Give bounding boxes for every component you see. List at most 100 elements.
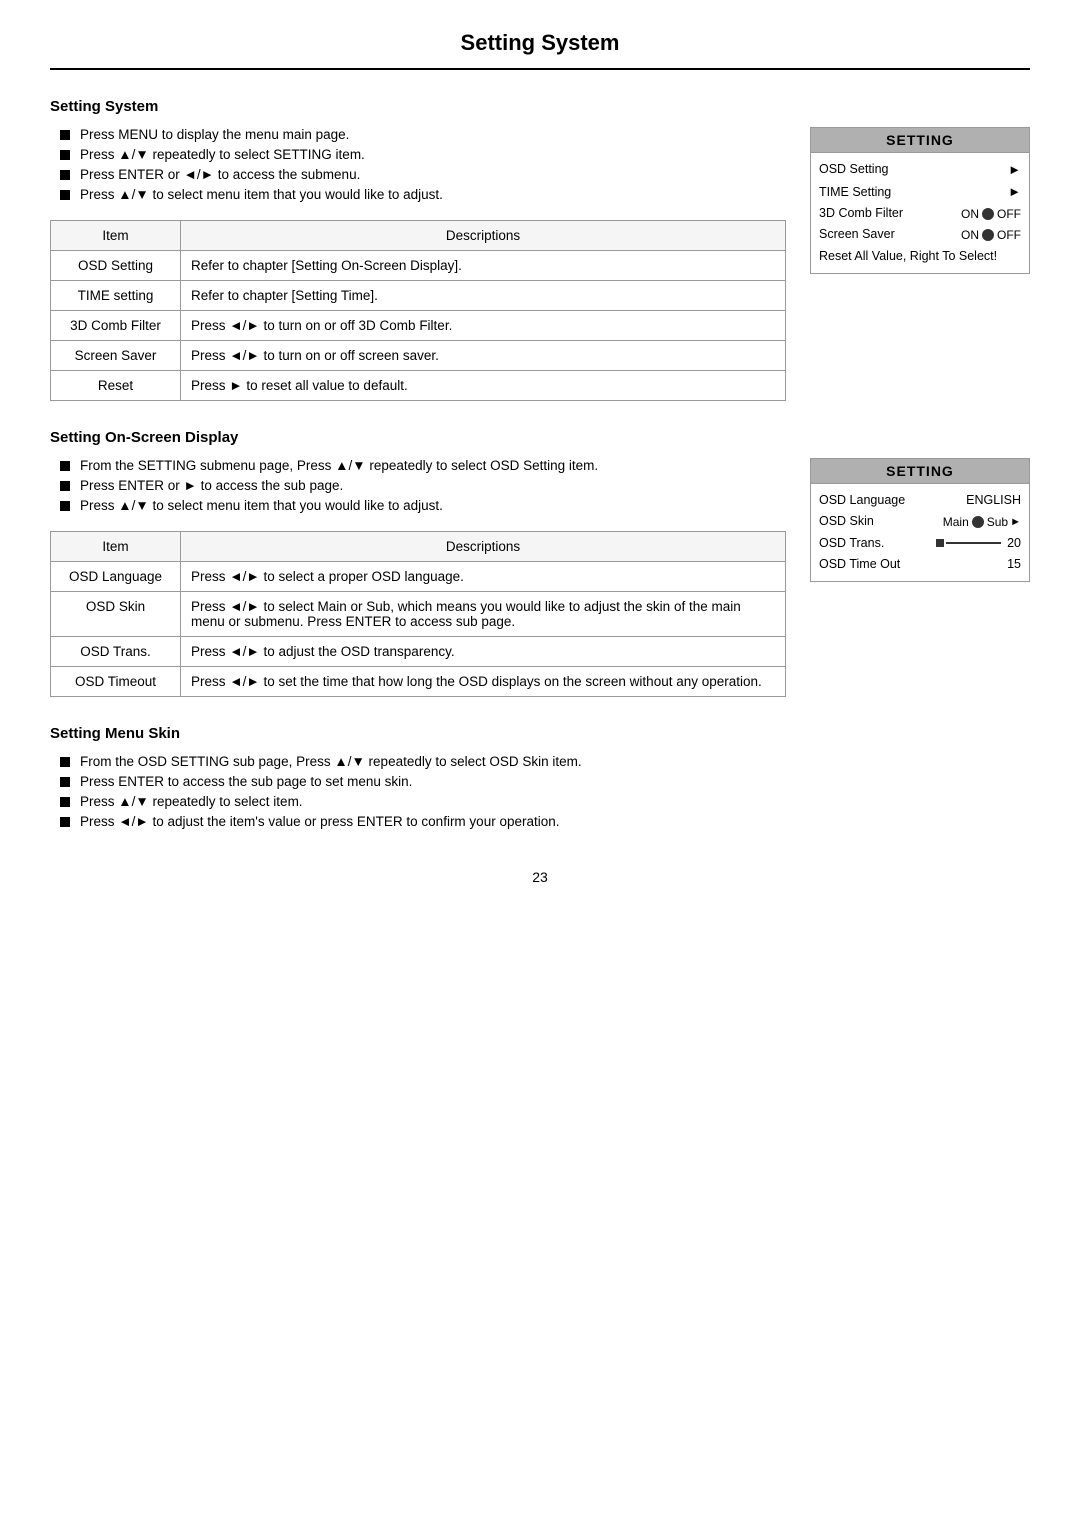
table-row: TIME setting Refer to chapter [Setting T…	[51, 281, 786, 311]
section2-table-section: From the SETTING submenu page, Press ▲/▼…	[50, 458, 786, 697]
setting-row: OSD Time Out 15	[819, 554, 1021, 575]
table-cell-desc: Press ► to reset all value to default.	[181, 371, 786, 401]
setting-box-body-2: OSD Language ENGLISH OSD Skin MainSub► O…	[811, 484, 1029, 581]
table-cell-desc: Press ◄/► to select a proper OSD languag…	[181, 562, 786, 592]
table-row: OSD Skin Press ◄/► to select Main or Sub…	[51, 592, 786, 637]
bullet-icon	[60, 461, 70, 471]
table-cell-item: Screen Saver	[51, 341, 181, 371]
setting-label: OSD Language	[819, 490, 966, 511]
col-item-header: Item	[51, 532, 181, 562]
setting-row: Reset All Value, Right To Select!	[819, 246, 1021, 267]
slider-value: 20	[1007, 533, 1021, 554]
bullet-icon	[60, 817, 70, 827]
bullet-item: From the OSD SETTING sub page, Press ▲/▼…	[60, 754, 1030, 769]
bullet-item: Press ENTER or ► to access the sub page.	[60, 478, 786, 493]
title-rule	[50, 68, 1030, 70]
col-desc-header: Descriptions	[181, 532, 786, 562]
bullet-icon	[60, 190, 70, 200]
table-cell-desc: Press ◄/► to set the time that how long …	[181, 667, 786, 697]
setting-box-1: SETTING OSD Setting ► TIME Setting ► 3D …	[810, 127, 1030, 274]
bullet-item: Press ENTER or ◄/► to access the submenu…	[60, 167, 786, 182]
section2-block: Setting On-Screen Display From the SETTI…	[50, 429, 1030, 697]
bullet-icon	[60, 170, 70, 180]
table-row: Reset Press ► to reset all value to defa…	[51, 371, 786, 401]
sub-arrow-icon: ►	[1010, 513, 1021, 532]
setting-toggle: ONOFF	[961, 204, 1021, 224]
setting-row: OSD Skin MainSub►	[819, 511, 1021, 532]
setting-value-arrow: ►	[1008, 159, 1021, 181]
table-row: Screen Saver Press ◄/► to turn on or off…	[51, 341, 786, 371]
setting-box-2: SETTING OSD Language ENGLISH OSD Skin Ma…	[810, 458, 1030, 582]
table-cell-desc: Press ◄/► to turn on or off 3D Comb Filt…	[181, 311, 786, 341]
section3-title: Setting Menu Skin	[50, 725, 1030, 742]
setting-label: OSD Time Out	[819, 554, 1007, 575]
setting-row: OSD Language ENGLISH	[819, 490, 1021, 511]
radio-dot	[972, 516, 984, 528]
section2-layout: From the SETTING submenu page, Press ▲/▼…	[50, 458, 1030, 697]
setting-value-osd-skin: MainSub►	[943, 512, 1021, 532]
setting-value-slider: 20	[936, 533, 1021, 554]
bullet-item: Press ENTER to access the sub page to se…	[60, 774, 1030, 789]
setting-row: OSD Setting ►	[819, 159, 1021, 181]
setting-label: OSD Trans.	[819, 533, 936, 554]
section1-bullets: Press MENU to display the menu main page…	[50, 127, 786, 202]
table-cell-item: 3D Comb Filter	[51, 311, 181, 341]
setting-row: OSD Trans. 20	[819, 533, 1021, 554]
table-cell-item: OSD Setting	[51, 251, 181, 281]
setting-row: TIME Setting ►	[819, 181, 1021, 203]
bullet-icon	[60, 501, 70, 511]
table-cell-desc: Press ◄/► to turn on or off screen saver…	[181, 341, 786, 371]
table-cell-item: Reset	[51, 371, 181, 401]
setting-label: Reset All Value, Right To Select!	[819, 246, 1021, 267]
table-row: OSD Trans. Press ◄/► to adjust the OSD t…	[51, 637, 786, 667]
col-desc-header: Descriptions	[181, 221, 786, 251]
bullet-item: Press ▲/▼ repeatedly to select item.	[60, 794, 1030, 809]
radio-dot	[982, 208, 994, 220]
setting-box-header-1: SETTING	[811, 128, 1029, 153]
table-cell-desc: Press ◄/► to select Main or Sub, which m…	[181, 592, 786, 637]
setting-box-header-2: SETTING	[811, 459, 1029, 484]
section2-table: Item Descriptions OSD Language Press ◄/►…	[50, 531, 786, 697]
table-cell-item: OSD Skin	[51, 592, 181, 637]
bullet-item: Press ▲/▼ repeatedly to select SETTING i…	[60, 147, 786, 162]
table-cell-desc: Press ◄/► to adjust the OSD transparency…	[181, 637, 786, 667]
table-cell-item: OSD Language	[51, 562, 181, 592]
radio-dot	[982, 229, 994, 241]
table-row: OSD Setting Refer to chapter [Setting On…	[51, 251, 786, 281]
section2-bullets: From the SETTING submenu page, Press ▲/▼…	[50, 458, 786, 513]
slider-handle-icon	[936, 539, 944, 547]
section1-layout: Press MENU to display the menu main page…	[50, 127, 1030, 401]
page-number: 23	[50, 869, 1030, 885]
setting-row: Screen Saver ONOFF	[819, 224, 1021, 245]
table-cell-item: TIME setting	[51, 281, 181, 311]
setting-row: 3D Comb Filter ONOFF	[819, 203, 1021, 224]
slider-track	[936, 539, 1001, 547]
section1-table-section: Press MENU to display the menu main page…	[50, 127, 786, 401]
page-title: Setting System	[50, 30, 1030, 56]
setting-box-body-1: OSD Setting ► TIME Setting ► 3D Comb Fil…	[811, 153, 1029, 273]
setting-label: OSD Setting	[819, 159, 1008, 180]
section3-block: Setting Menu Skin From the OSD SETTING s…	[50, 725, 1030, 829]
bullet-icon	[60, 130, 70, 140]
setting-label: OSD Skin	[819, 511, 943, 532]
col-item-header: Item	[51, 221, 181, 251]
bullet-item: Press ▲/▼ to select menu item that you w…	[60, 498, 786, 513]
section1-title: Setting System	[50, 98, 1030, 115]
table-cell-item: OSD Timeout	[51, 667, 181, 697]
bullet-icon	[60, 481, 70, 491]
table-row: OSD Language Press ◄/► to select a prope…	[51, 562, 786, 592]
bullet-item: From the SETTING submenu page, Press ▲/▼…	[60, 458, 786, 473]
bullet-icon	[60, 797, 70, 807]
table-row: 3D Comb Filter Press ◄/► to turn on or o…	[51, 311, 786, 341]
bullet-item: Press ▲/▼ to select menu item that you w…	[60, 187, 786, 202]
slider-line	[946, 542, 1001, 544]
setting-toggle: ONOFF	[961, 225, 1021, 245]
bullet-icon	[60, 757, 70, 767]
bullet-item: Press ◄/► to adjust the item's value or …	[60, 814, 1030, 829]
setting-label: TIME Setting	[819, 182, 1008, 203]
setting-value: 15	[1007, 554, 1021, 575]
bullet-icon	[60, 777, 70, 787]
setting-value-arrow: ►	[1008, 181, 1021, 203]
table-cell-desc: Refer to chapter [Setting On-Screen Disp…	[181, 251, 786, 281]
bullet-icon	[60, 150, 70, 160]
